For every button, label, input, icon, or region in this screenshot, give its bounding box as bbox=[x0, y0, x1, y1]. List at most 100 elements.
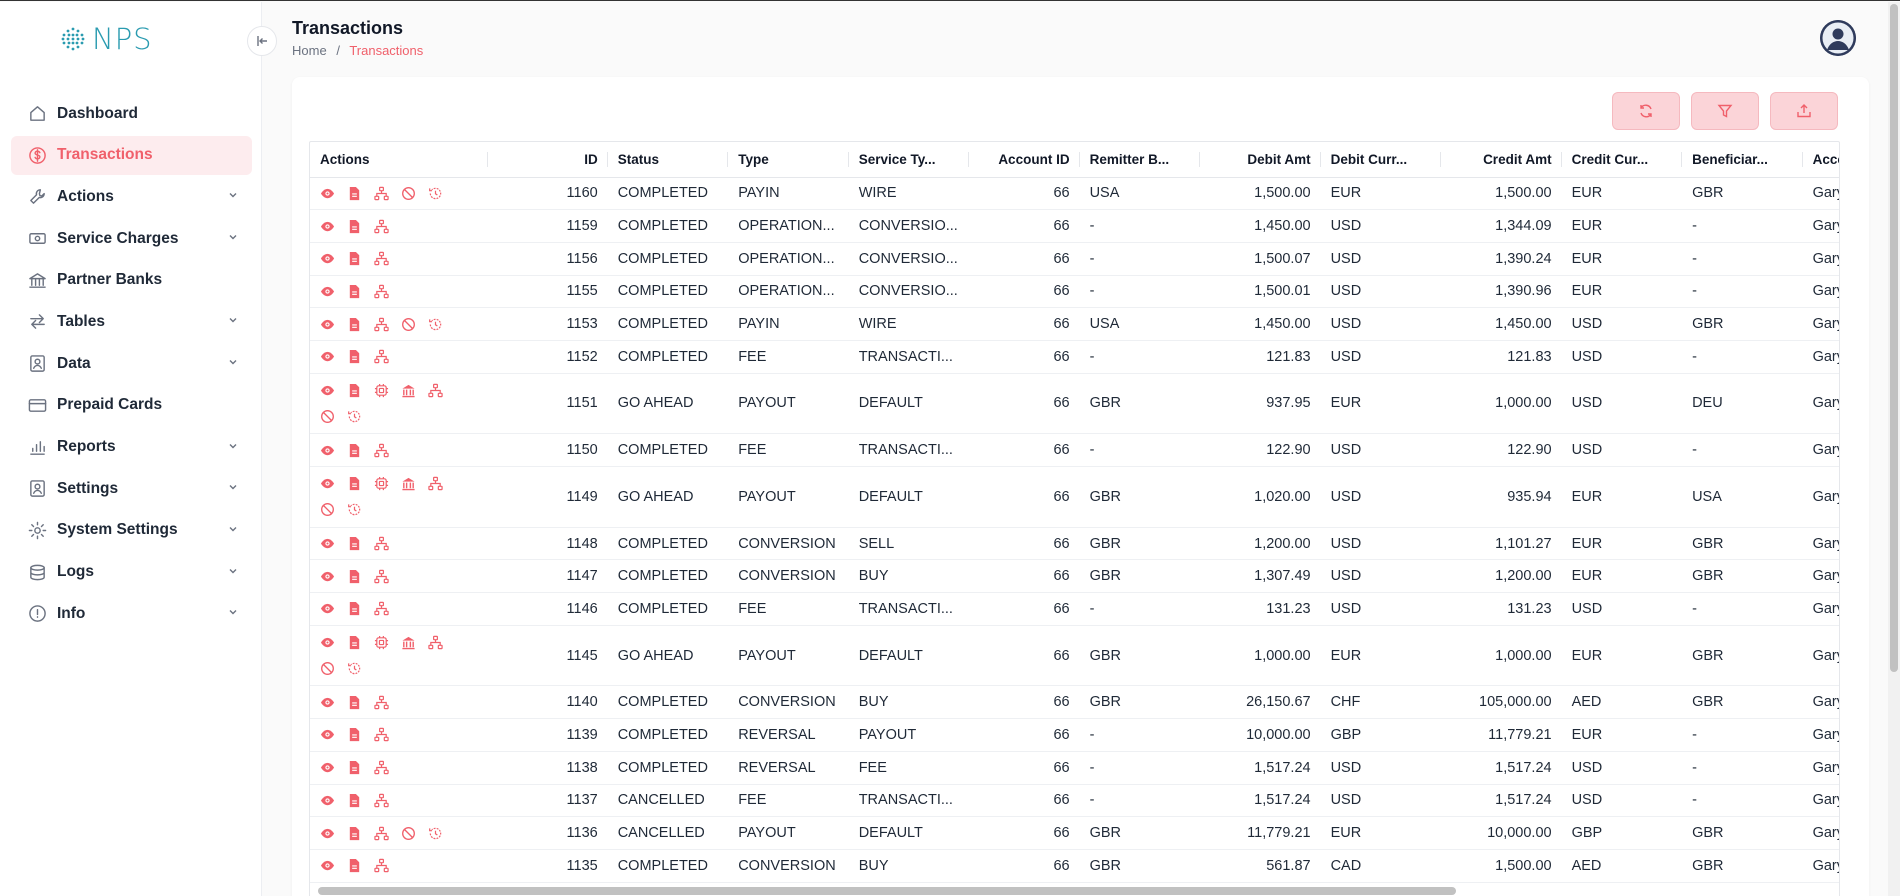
table-row[interactable]: 1136 CANCELLED PAYOUT DEFAULT 66 GBR 11,779.21… bbox=[310, 816, 1839, 850]
flow-chart-icon[interactable] bbox=[374, 792, 401, 808]
view-eye-icon[interactable] bbox=[320, 251, 347, 267]
table-row[interactable]: 1139 COMPLETED REVERSAL PAYOUT 66-10,000.00 G… bbox=[310, 718, 1839, 752]
history-icon[interactable] bbox=[428, 316, 455, 332]
view-eye-icon[interactable] bbox=[320, 858, 347, 874]
flow-chart-icon[interactable] bbox=[428, 476, 455, 492]
view-eye-icon[interactable] bbox=[320, 635, 347, 651]
chip-icon[interactable] bbox=[374, 476, 401, 492]
table-row[interactable]: 1137 CANCELLED FEE TRANSACTI... 66-1,517.24 U… bbox=[310, 784, 1839, 818]
chevron-down-icon[interactable] bbox=[228, 232, 238, 245]
column-header[interactable]: Credit Amt bbox=[1441, 142, 1562, 178]
view-eye-icon[interactable] bbox=[320, 825, 347, 841]
document-icon[interactable] bbox=[347, 536, 374, 552]
nps-logo[interactable]: NPS bbox=[60, 22, 153, 56]
column-header[interactable]: Remitter B... bbox=[1079, 142, 1201, 178]
table-row[interactable]: 1138 COMPLETED REVERSAL FEE 66-1,517.24 USD 1,… bbox=[310, 751, 1839, 785]
view-eye-icon[interactable] bbox=[320, 476, 347, 492]
document-icon[interactable] bbox=[347, 185, 374, 201]
flow-chart-icon[interactable] bbox=[374, 536, 401, 552]
view-eye-icon[interactable] bbox=[320, 442, 347, 458]
history-icon[interactable] bbox=[428, 185, 455, 201]
column-header[interactable]: Actions bbox=[310, 142, 489, 178]
chip-icon[interactable] bbox=[374, 382, 401, 398]
view-eye-icon[interactable] bbox=[320, 382, 347, 398]
chevron-down-icon[interactable] bbox=[228, 607, 238, 620]
view-eye-icon[interactable] bbox=[320, 694, 347, 710]
column-header[interactable]: Service Ty... bbox=[848, 142, 970, 178]
sidebar-item-tables[interactable]: Tables bbox=[11, 302, 252, 341]
view-eye-icon[interactable] bbox=[320, 601, 347, 617]
sidebar-item-actions[interactable]: Actions bbox=[11, 177, 252, 216]
table-row[interactable]: 1146 COMPLETED FEE TRANSACTI... 66-131.23 USD… bbox=[310, 592, 1839, 626]
document-icon[interactable] bbox=[347, 825, 374, 841]
sidebar-item-reports[interactable]: Reports bbox=[11, 428, 252, 467]
vertical-scrollbar-thumb[interactable] bbox=[1890, 4, 1898, 672]
chevron-down-icon[interactable] bbox=[228, 441, 238, 454]
document-icon[interactable] bbox=[347, 568, 374, 584]
table-row[interactable]: 1145 GO AHEAD PAYOUT DEFAULT 66 GBR 1,000.00 EU… bbox=[310, 625, 1839, 687]
view-eye-icon[interactable] bbox=[320, 727, 347, 743]
history-icon[interactable] bbox=[428, 825, 455, 841]
bank-icon[interactable] bbox=[401, 635, 428, 651]
document-icon[interactable] bbox=[347, 283, 374, 299]
bank-icon[interactable] bbox=[401, 382, 428, 398]
cancel-icon[interactable] bbox=[401, 185, 428, 201]
column-header[interactable]: Status bbox=[607, 142, 729, 178]
flow-chart-icon[interactable] bbox=[374, 283, 401, 299]
view-eye-icon[interactable] bbox=[320, 568, 347, 584]
document-icon[interactable] bbox=[347, 349, 374, 365]
bank-icon[interactable] bbox=[401, 476, 428, 492]
cancel-icon[interactable] bbox=[320, 408, 347, 424]
collapse-sidebar-button[interactable] bbox=[247, 26, 277, 56]
document-icon[interactable] bbox=[347, 601, 374, 617]
document-icon[interactable] bbox=[347, 858, 374, 874]
view-eye-icon[interactable] bbox=[320, 218, 347, 234]
table-row[interactable]: 1140 COMPLETED CONVERSION BUY 66 GBR 26,150.67… bbox=[310, 685, 1839, 720]
document-icon[interactable] bbox=[347, 760, 374, 776]
view-eye-icon[interactable] bbox=[320, 185, 347, 201]
chevron-down-icon[interactable] bbox=[228, 524, 238, 537]
table-row[interactable]: 1159 COMPLETED OPERATION... CONVERSIO... 66-… bbox=[310, 209, 1839, 243]
view-eye-icon[interactable] bbox=[320, 760, 347, 776]
flow-chart-icon[interactable] bbox=[374, 825, 401, 841]
table-row[interactable]: 1147 COMPLETED CONVERSION BUY 66 GBR 1,307.49 U… bbox=[310, 559, 1839, 594]
view-eye-icon[interactable] bbox=[320, 283, 347, 299]
chevron-down-icon[interactable] bbox=[228, 190, 238, 203]
chevron-down-icon[interactable] bbox=[228, 566, 238, 579]
sidebar-item-system-settings[interactable]: System Settings bbox=[11, 511, 252, 550]
refresh-button[interactable] bbox=[1612, 92, 1680, 130]
column-header[interactable]: Beneficiar... bbox=[1682, 142, 1803, 178]
flow-chart-icon[interactable] bbox=[374, 694, 401, 710]
flow-chart-icon[interactable] bbox=[374, 858, 401, 874]
sidebar-item-prepaid-cards[interactable]: Prepaid Cards bbox=[11, 386, 252, 425]
flow-chart-icon[interactable] bbox=[374, 760, 401, 776]
flow-chart-icon[interactable] bbox=[374, 316, 401, 332]
cancel-icon[interactable] bbox=[320, 502, 347, 518]
column-header[interactable]: Accou bbox=[1802, 142, 1839, 178]
horizontal-scrollbar[interactable] bbox=[318, 887, 1456, 895]
column-header[interactable]: Debit Amt bbox=[1200, 142, 1321, 178]
table-row[interactable]: 1156 COMPLETED OPERATION... CONVERSIO... 66-… bbox=[310, 242, 1839, 276]
history-icon[interactable] bbox=[347, 408, 374, 424]
cancel-icon[interactable] bbox=[401, 825, 428, 841]
table-row[interactable]: 1135 COMPLETED CONVERSION BUY 66 GBR 561.87 CAD… bbox=[310, 849, 1839, 883]
column-header[interactable]: Debit Curr... bbox=[1320, 142, 1442, 178]
sidebar-item-settings[interactable]: Settings bbox=[11, 469, 252, 508]
document-icon[interactable] bbox=[347, 316, 374, 332]
sidebar-item-info[interactable]: Info bbox=[11, 594, 252, 633]
view-eye-icon[interactable] bbox=[320, 536, 347, 552]
avatar[interactable] bbox=[1820, 20, 1856, 56]
table-row[interactable]: 1153 COMPLETED PAYIN WIRE 66 USA 1,450.00 USD 1,… bbox=[310, 307, 1839, 341]
column-header[interactable]: Type bbox=[728, 142, 849, 178]
flow-chart-icon[interactable] bbox=[428, 382, 455, 398]
table-row[interactable]: 1150 COMPLETED FEE TRANSACTI... 66-122.90 USD… bbox=[310, 433, 1839, 467]
history-icon[interactable] bbox=[347, 502, 374, 518]
flow-chart-icon[interactable] bbox=[374, 251, 401, 267]
column-header[interactable]: Credit Cur... bbox=[1561, 142, 1683, 178]
sidebar-item-dashboard[interactable]: Dashboard bbox=[11, 94, 252, 133]
flow-chart-icon[interactable] bbox=[428, 635, 455, 651]
sidebar-item-transactions[interactable]: Transactions bbox=[11, 135, 252, 175]
flow-chart-icon[interactable] bbox=[374, 349, 401, 365]
chip-icon[interactable] bbox=[374, 635, 401, 651]
chevron-down-icon[interactable] bbox=[228, 357, 238, 370]
